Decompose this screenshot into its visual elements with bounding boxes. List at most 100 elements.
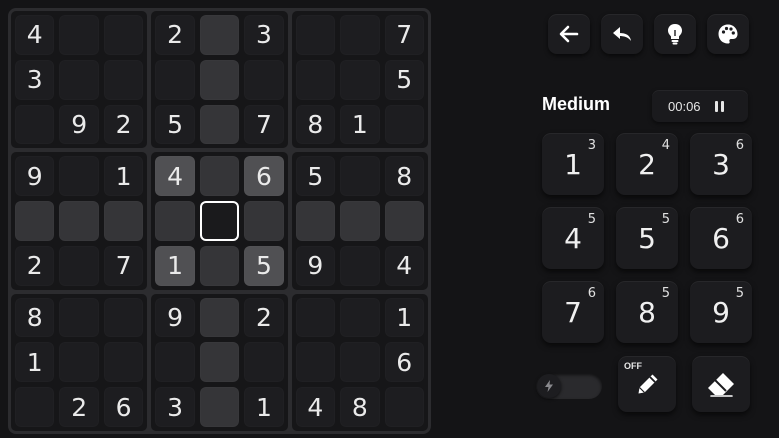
sudoku-cell[interactable]: 9 (15, 156, 55, 197)
number-button[interactable]: 24 (616, 133, 678, 195)
sudoku-cell[interactable] (199, 201, 240, 241)
sudoku-cell[interactable]: 6 (103, 387, 144, 427)
sudoku-cell[interactable] (15, 104, 55, 145)
sudoku-cell[interactable]: 9 (59, 104, 99, 145)
sudoku-cell[interactable] (15, 387, 55, 427)
number-button[interactable]: 76 (542, 281, 604, 343)
pause-icon[interactable] (714, 100, 724, 112)
hint-button[interactable] (654, 14, 696, 54)
number-button[interactable]: 36 (690, 133, 752, 195)
fast-mode-toggle[interactable] (536, 373, 602, 399)
sudoku-cell[interactable] (59, 156, 99, 197)
number-button[interactable]: 95 (690, 281, 752, 343)
number-button[interactable]: 66 (690, 207, 752, 269)
sudoku-cell[interactable] (295, 15, 336, 55)
sudoku-cell[interactable]: 2 (103, 104, 144, 145)
sudoku-cell[interactable] (244, 59, 284, 100)
sudoku-cell[interactable] (155, 59, 195, 100)
number-button[interactable]: 13 (542, 133, 604, 195)
sudoku-cell[interactable] (103, 342, 144, 383)
sudoku-cell[interactable]: 5 (384, 59, 424, 100)
sudoku-cell[interactable]: 7 (103, 245, 144, 286)
sudoku-cell[interactable] (384, 201, 424, 241)
sudoku-cell[interactable] (244, 201, 284, 241)
number-button[interactable]: 45 (542, 207, 604, 269)
sudoku-cell[interactable] (199, 297, 240, 338)
sudoku-cell[interactable]: 6 (244, 156, 284, 197)
sudoku-cell[interactable] (199, 104, 240, 145)
sudoku-cell[interactable]: 5 (155, 104, 195, 145)
sudoku-cell[interactable]: 9 (295, 245, 336, 286)
sudoku-cell[interactable] (384, 387, 424, 427)
sudoku-cell[interactable] (199, 245, 240, 286)
sudoku-cell[interactable] (103, 297, 144, 338)
sudoku-cell[interactable] (155, 201, 195, 241)
number-button[interactable]: 85 (616, 281, 678, 343)
sudoku-cell[interactable] (199, 342, 240, 383)
sudoku-cell[interactable]: 3 (244, 15, 284, 55)
sudoku-cell[interactable]: 1 (15, 342, 55, 383)
sudoku-cell[interactable]: 8 (295, 104, 336, 145)
sudoku-cell[interactable]: 5 (244, 245, 284, 286)
sudoku-box: 4 6 1 5 (151, 152, 288, 290)
sudoku-cell[interactable] (340, 245, 380, 286)
sudoku-cell[interactable] (295, 342, 336, 383)
sudoku-cell[interactable] (340, 15, 380, 55)
sudoku-cell[interactable] (155, 342, 195, 383)
sudoku-cell[interactable]: 7 (384, 15, 424, 55)
sudoku-cell[interactable] (199, 15, 240, 55)
sudoku-cell[interactable]: 2 (59, 387, 99, 427)
number-button[interactable]: 55 (616, 207, 678, 269)
sudoku-cell[interactable]: 7 (244, 104, 284, 145)
theme-button[interactable] (707, 14, 749, 54)
sudoku-cell[interactable]: 1 (103, 156, 144, 197)
sudoku-cell[interactable] (199, 59, 240, 100)
sudoku-cell[interactable]: 1 (155, 245, 195, 286)
sudoku-cell[interactable]: 3 (155, 387, 195, 427)
sudoku-cell[interactable]: 4 (15, 15, 55, 55)
sudoku-cell[interactable]: 1 (340, 104, 380, 145)
sudoku-cell[interactable]: 1 (384, 297, 424, 338)
sudoku-cell[interactable]: 2 (15, 245, 55, 286)
sudoku-cell[interactable] (59, 201, 99, 241)
sudoku-cell[interactable] (199, 387, 240, 427)
sudoku-cell[interactable]: 6 (384, 342, 424, 383)
sudoku-cell[interactable] (340, 59, 380, 100)
back-button[interactable] (548, 14, 590, 54)
undo-button[interactable] (601, 14, 643, 54)
sudoku-cell[interactable]: 2 (244, 297, 284, 338)
sudoku-cell[interactable] (59, 59, 99, 100)
sudoku-cell[interactable] (103, 59, 144, 100)
sudoku-cell[interactable] (59, 297, 99, 338)
sudoku-cell[interactable]: 2 (155, 15, 195, 55)
sudoku-cell[interactable] (340, 297, 380, 338)
erase-button[interactable] (692, 356, 750, 412)
sudoku-cell[interactable] (59, 15, 99, 55)
sudoku-cell[interactable]: 4 (295, 387, 336, 427)
sudoku-cell[interactable] (295, 59, 336, 100)
sudoku-cell[interactable]: 8 (384, 156, 424, 197)
sudoku-cell[interactable]: 4 (384, 245, 424, 286)
sudoku-cell[interactable]: 5 (295, 156, 336, 197)
notes-button[interactable]: OFF (618, 356, 676, 412)
sudoku-cell[interactable]: 9 (155, 297, 195, 338)
sudoku-cell[interactable]: 1 (244, 387, 284, 427)
sudoku-cell[interactable] (295, 297, 336, 338)
sudoku-cell[interactable]: 3 (15, 59, 55, 100)
sudoku-cell[interactable] (15, 201, 55, 241)
sudoku-cell[interactable] (244, 342, 284, 383)
sudoku-cell[interactable] (340, 201, 380, 241)
sudoku-cell[interactable] (199, 156, 240, 197)
sudoku-cell[interactable] (59, 245, 99, 286)
sudoku-cell[interactable]: 4 (155, 156, 195, 197)
sudoku-cell[interactable] (59, 342, 99, 383)
sudoku-cell[interactable] (340, 156, 380, 197)
sudoku-cell[interactable] (103, 201, 144, 241)
sudoku-cell[interactable] (103, 15, 144, 55)
sudoku-cell[interactable]: 8 (340, 387, 380, 427)
sudoku-cell[interactable] (295, 201, 336, 241)
timer[interactable]: 00:06 (652, 90, 748, 122)
sudoku-cell[interactable]: 8 (15, 297, 55, 338)
sudoku-cell[interactable] (340, 342, 380, 383)
sudoku-cell[interactable] (384, 104, 424, 145)
